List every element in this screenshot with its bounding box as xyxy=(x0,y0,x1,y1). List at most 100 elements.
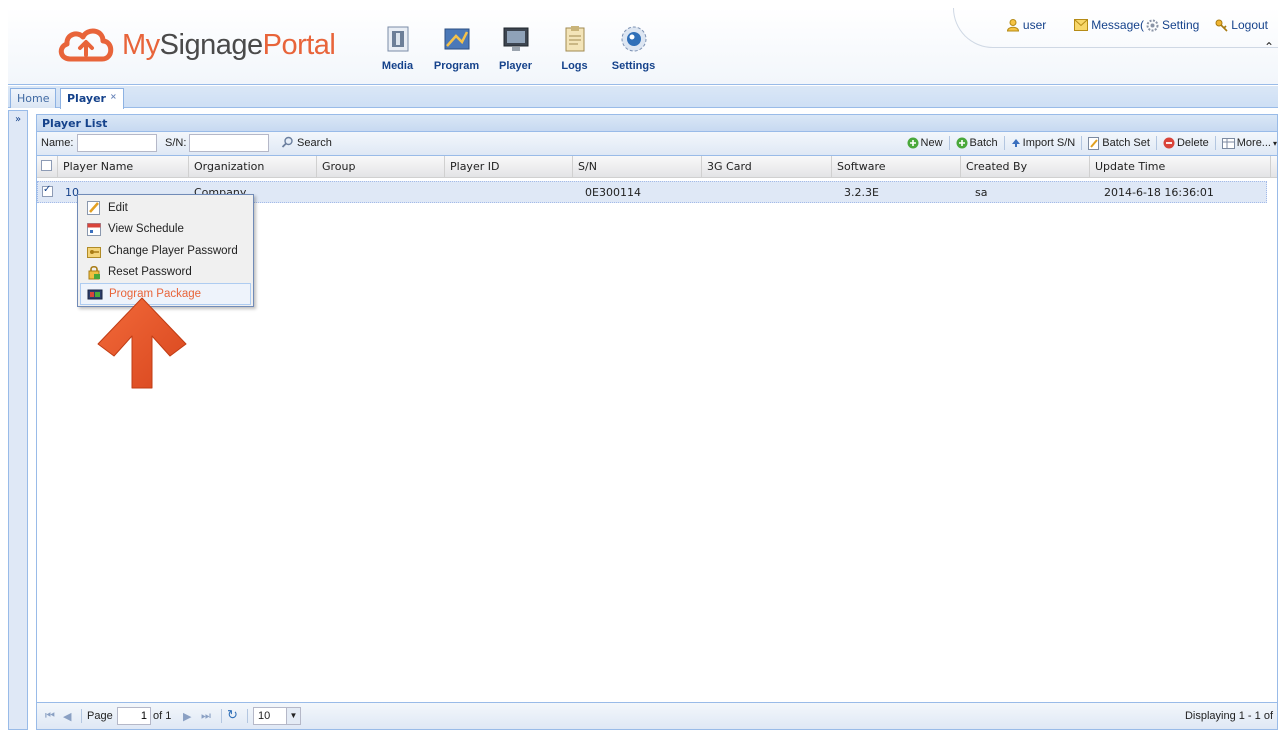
page-count-label: of 1 xyxy=(153,710,172,722)
picture-icon xyxy=(444,28,469,50)
menu-item-label: View Schedule xyxy=(108,223,184,236)
column-header[interactable]: Created By xyxy=(961,156,1090,177)
batch-set-button[interactable]: Batch Set xyxy=(1088,136,1150,150)
menu-item-reset-password[interactable]: Reset Password xyxy=(80,262,251,284)
nav-player-label: Player xyxy=(498,60,533,72)
column-header[interactable]: Player Name xyxy=(58,156,189,177)
nav-settings[interactable]: Settings xyxy=(604,18,663,72)
calendar-icon xyxy=(87,223,101,237)
add-icon xyxy=(907,137,919,149)
logo-part-my: My xyxy=(122,28,160,61)
chevron-down-icon: ▼ xyxy=(286,708,300,724)
tab-player[interactable]: Player × xyxy=(60,88,124,109)
column-header[interactable]: Update Time xyxy=(1090,156,1271,177)
name-filter-input[interactable] xyxy=(77,134,157,152)
column-header[interactable]: Player ID xyxy=(445,156,573,177)
import-sn-button[interactable]: Import S/N xyxy=(1011,137,1076,149)
display-info: Displaying 1 - 1 of xyxy=(1184,710,1273,722)
cell-created-by: sa xyxy=(975,186,988,199)
tab-home[interactable]: Home xyxy=(10,88,57,108)
more-button-label: More... xyxy=(1236,137,1271,149)
cell-software: 3.2.3E xyxy=(844,186,879,199)
toolbar-separator xyxy=(1081,136,1083,150)
page-number-input[interactable] xyxy=(117,707,151,725)
page-size-select[interactable]: 10 ▼ xyxy=(253,707,301,725)
menu-item-label: Reset Password xyxy=(108,266,192,279)
paging-toolbar: ⏮ ◀ Page of 1 ▶ ⏭ ↻ 10 ▼ Displaying 1 - … xyxy=(37,702,1277,729)
more-button[interactable]: More... ▾ xyxy=(1221,137,1277,149)
header: MySignagePortal Media Program Player Log… xyxy=(8,8,1278,85)
last-page-icon[interactable]: ⏭ xyxy=(201,710,211,723)
toolbar-actions: New Batch Import S/N Batch Set Delete Mo… xyxy=(907,136,1277,150)
nav-program[interactable]: Program xyxy=(427,18,486,72)
batch-button-label: Batch xyxy=(969,137,998,149)
sn-filter-label: S/N: xyxy=(165,137,187,149)
user-link[interactable]: user xyxy=(1006,18,1046,32)
nav-player[interactable]: Player xyxy=(486,18,545,72)
import-sn-button-label: Import S/N xyxy=(1022,137,1076,149)
first-page-icon[interactable]: ⏮ xyxy=(45,710,55,723)
app-window: MySignagePortal Media Program Player Log… xyxy=(0,0,1278,749)
dropdown-arrow-icon: ▾ xyxy=(1272,138,1277,148)
logout-link-label: Logout xyxy=(1231,18,1268,32)
menu-item-label: Change Player Password xyxy=(108,244,238,257)
toolbar: Name: S/N: Search New Batch Import S/N B… xyxy=(37,132,1277,156)
gear-globe-icon xyxy=(621,26,646,52)
menu-item-label: Edit xyxy=(108,201,128,214)
column-header[interactable]: Organization xyxy=(189,156,317,177)
nav-program-label: Program xyxy=(433,60,480,72)
paging-separator xyxy=(247,709,248,723)
delete-button[interactable]: Delete xyxy=(1163,137,1209,149)
next-page-icon[interactable]: ▶ xyxy=(183,710,191,723)
message-link-label: Message( xyxy=(1091,18,1144,32)
batch-add-icon xyxy=(956,137,968,149)
new-button[interactable]: New xyxy=(907,137,943,149)
search-button[interactable]: Search xyxy=(281,136,332,149)
logout-link[interactable]: Logout xyxy=(1215,18,1268,32)
expand-icon[interactable]: » xyxy=(12,114,24,126)
nav-settings-label: Settings xyxy=(611,60,656,72)
menu-item-view-schedule[interactable]: View Schedule xyxy=(80,219,251,241)
toolbar-separator xyxy=(948,136,950,150)
logo-text: MySignagePortal xyxy=(122,28,336,62)
edit-icon xyxy=(87,200,100,215)
sn-filter-input[interactable] xyxy=(189,134,269,152)
menu-item-edit[interactable]: Edit xyxy=(80,197,251,219)
select-all-checkbox[interactable] xyxy=(41,160,52,171)
nav-logs[interactable]: Logs xyxy=(545,18,604,72)
tab-bar: Home Player × xyxy=(8,86,1278,109)
refresh-icon[interactable]: ↻ xyxy=(227,707,238,723)
collapse-header-caret-icon[interactable]: ⌃ xyxy=(1264,40,1274,54)
setting-link[interactable]: Setting xyxy=(1146,18,1199,32)
column-header[interactable]: 3G Card xyxy=(702,156,832,177)
panel-title: Player List xyxy=(37,115,1277,132)
nav-logs-label: Logs xyxy=(561,60,588,72)
prev-page-icon[interactable]: ◀ xyxy=(63,710,71,723)
column-header[interactable]: Software xyxy=(832,156,961,177)
logo[interactable]: MySignagePortal xyxy=(56,22,336,68)
batch-button[interactable]: Batch xyxy=(956,137,998,149)
table-icon xyxy=(1221,137,1235,149)
page-label: Page xyxy=(87,710,113,722)
message-link[interactable]: Message( xyxy=(1074,18,1144,32)
edit-icon xyxy=(1088,136,1100,150)
monitor-icon xyxy=(503,27,528,51)
context-menu: Edit View Schedule Change Player Passwor… xyxy=(77,194,254,307)
logo-part-signage: Signage xyxy=(159,28,263,61)
close-icon[interactable]: × xyxy=(110,92,117,101)
batch-set-button-label: Batch Set xyxy=(1102,137,1150,149)
nav-media[interactable]: Media xyxy=(368,18,427,72)
toolbar-separator xyxy=(1155,136,1157,150)
row-checkbox[interactable] xyxy=(42,184,53,197)
column-header[interactable]: Group xyxy=(317,156,445,177)
select-all-cell xyxy=(37,156,58,177)
west-panel-collapsed: » xyxy=(8,110,28,730)
menu-item-change-password[interactable]: Change Player Password xyxy=(80,240,251,262)
column-header[interactable]: S/N xyxy=(573,156,702,177)
tab-player-label: Player xyxy=(67,92,106,105)
delete-icon xyxy=(1163,137,1175,149)
user-icon xyxy=(1006,19,1019,32)
new-button-label: New xyxy=(920,137,943,149)
grid-header: Player Name Organization Group Player ID… xyxy=(37,156,1277,178)
name-filter-label: Name: xyxy=(41,137,74,149)
